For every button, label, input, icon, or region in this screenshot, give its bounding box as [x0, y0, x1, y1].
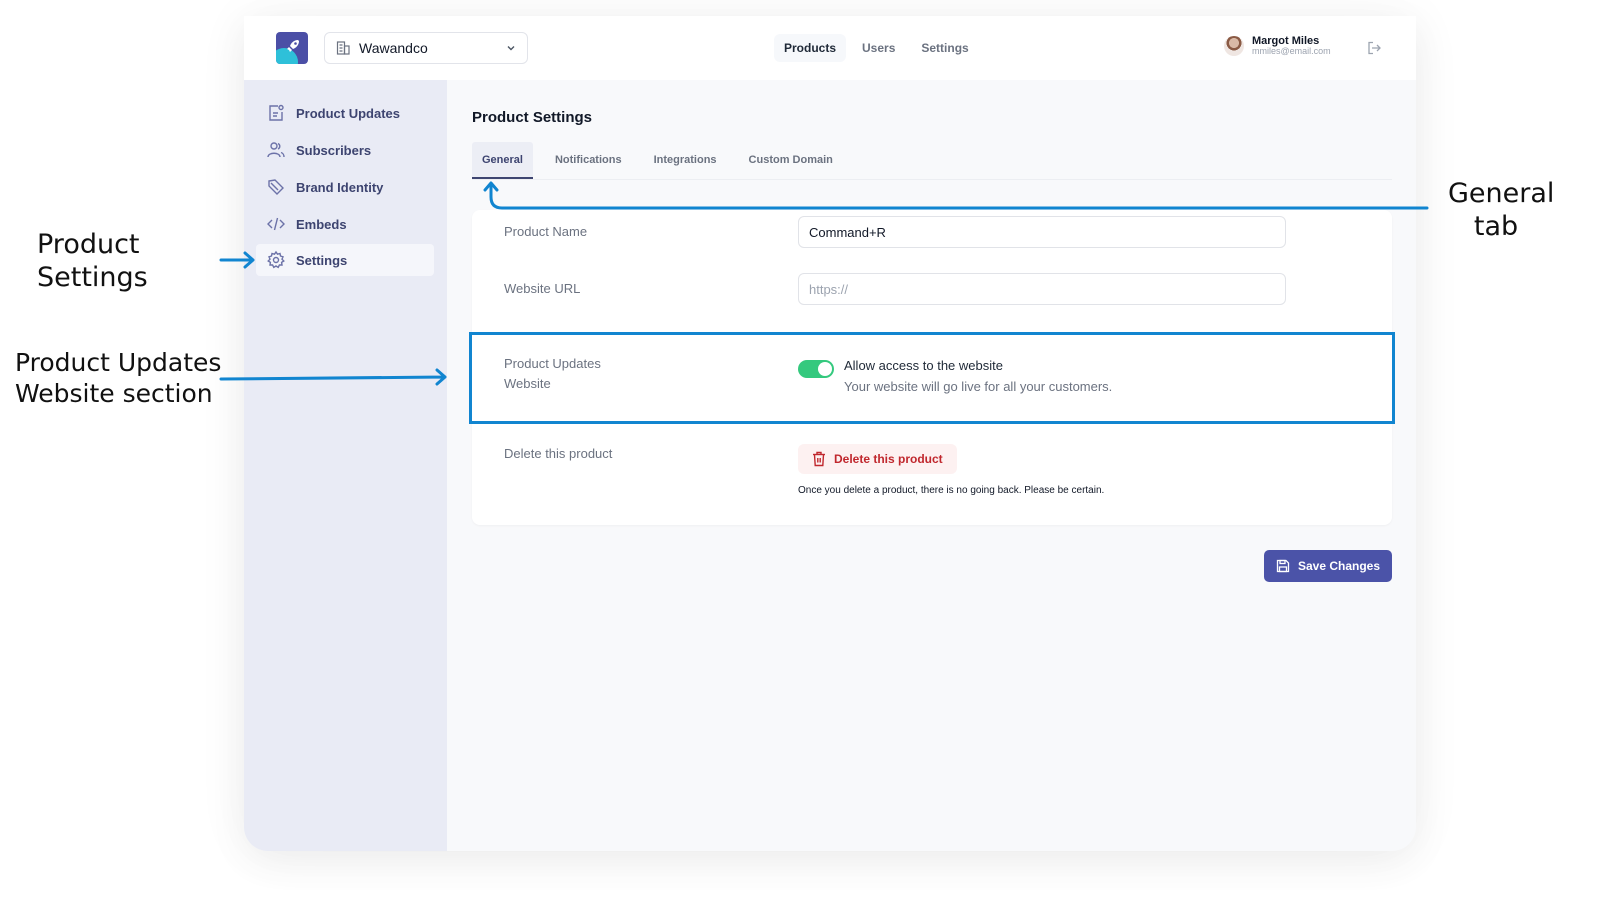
nav-users[interactable]: Users [852, 34, 905, 62]
annotation-line: tab [1474, 211, 1518, 242]
top-bar: Wawandco Products Users Settings Margot … [244, 16, 1416, 80]
rocket-icon [285, 38, 301, 54]
annotation-line: General [1448, 178, 1554, 209]
save-changes-button[interactable]: Save Changes [1264, 550, 1392, 582]
save-icon [1276, 559, 1290, 573]
delete-product-label: Delete this product [504, 444, 612, 464]
delete-warning: Once you delete a product, there is no g… [798, 485, 1104, 496]
sidebar: Product Updates Subscribers Brand Identi… [244, 80, 447, 851]
website-url-input[interactable] [798, 273, 1286, 305]
user-email: mmiles@email.com [1252, 46, 1331, 56]
logout-icon[interactable] [1366, 40, 1382, 56]
annotation-line: Website section [15, 379, 213, 408]
sidebar-item-settings[interactable]: Settings [256, 244, 434, 276]
organization-name: Wawandco [359, 40, 505, 56]
page-title: Product Settings [472, 109, 592, 126]
website-section-highlight [469, 332, 1395, 424]
chevron-down-icon [505, 42, 517, 54]
app-window: Wawandco Products Users Settings Margot … [244, 16, 1416, 851]
sidebar-item-brand-identity[interactable]: Brand Identity [256, 171, 434, 203]
delete-button-label: Delete this product [834, 452, 943, 466]
tab-integrations[interactable]: Integrations [644, 142, 727, 179]
sidebar-item-label: Brand Identity [296, 180, 383, 195]
main-content: Product Settings General Notifications I… [447, 80, 1416, 851]
sidebar-item-product-updates[interactable]: Product Updates [256, 97, 434, 129]
sidebar-item-label: Subscribers [296, 143, 371, 158]
sidebar-item-label: Settings [296, 253, 347, 268]
annotation-website-section: Product Updates Website section [15, 347, 221, 409]
tab-general[interactable]: General [472, 142, 533, 179]
tab-custom-domain[interactable]: Custom Domain [739, 142, 843, 179]
app-logo[interactable] [276, 32, 308, 64]
delete-product-button[interactable]: Delete this product [798, 444, 957, 474]
sidebar-item-label: Embeds [296, 217, 347, 232]
gear-icon [266, 250, 286, 270]
user-name: Margot Miles [1252, 36, 1331, 46]
avatar [1224, 36, 1244, 56]
tab-notifications[interactable]: Notifications [545, 142, 632, 179]
product-name-input[interactable] [798, 216, 1286, 248]
nav-settings[interactable]: Settings [911, 34, 978, 62]
website-url-label: Website URL [504, 279, 580, 299]
sidebar-item-embeds[interactable]: Embeds [256, 208, 434, 240]
organization-select[interactable]: Wawandco [324, 32, 528, 64]
annotation-product-settings: Product Settings [37, 228, 148, 294]
annotation-general-tab: General tab [1448, 177, 1544, 243]
product-updates-icon [266, 103, 286, 123]
settings-tabs: General Notifications Integrations Custo… [472, 142, 1392, 180]
tag-icon [266, 177, 286, 197]
nav-products[interactable]: Products [774, 34, 846, 62]
annotation-line: Settings [37, 262, 148, 293]
top-nav: Products Users Settings [774, 34, 979, 62]
building-icon [335, 40, 351, 56]
annotation-line: Product Updates [15, 348, 221, 377]
code-icon [266, 214, 286, 234]
save-button-label: Save Changes [1298, 559, 1380, 573]
annotation-line: Product [37, 229, 140, 260]
product-name-label: Product Name [504, 222, 587, 242]
trash-icon [812, 451, 826, 467]
sidebar-item-subscribers[interactable]: Subscribers [256, 134, 434, 166]
sidebar-item-label: Product Updates [296, 106, 400, 121]
users-icon [266, 140, 286, 160]
user-menu[interactable]: Margot Miles mmiles@email.com [1224, 36, 1331, 56]
